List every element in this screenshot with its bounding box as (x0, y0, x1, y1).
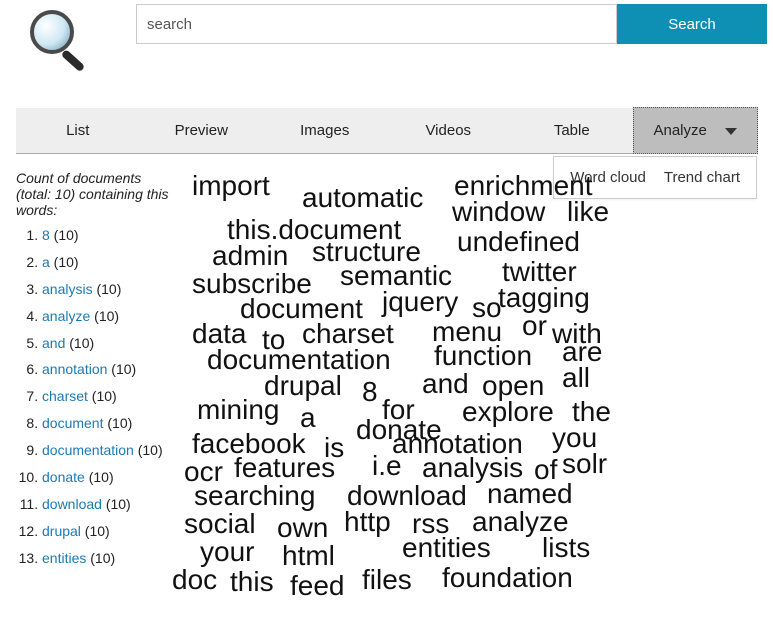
cloud-word[interactable]: or (522, 310, 547, 342)
cloud-word[interactable]: entities (402, 532, 491, 564)
list-item: 8 (10) (42, 222, 172, 249)
cloud-word[interactable]: jquery (382, 286, 458, 318)
tab-videos[interactable]: Videos (387, 108, 511, 153)
cloud-word[interactable]: this (230, 566, 274, 598)
cloud-word[interactable]: solr (562, 448, 607, 480)
tab-analyze-label: Analyze (653, 122, 706, 139)
cloud-word[interactable]: feed (290, 570, 345, 600)
search-button[interactable]: Search (617, 4, 767, 44)
list-item: charset (10) (42, 383, 172, 410)
cloud-word[interactable]: window (452, 196, 545, 228)
cloud-word[interactable]: html (282, 540, 335, 572)
logo (6, 4, 116, 78)
word-cloud: importautomaticenrichmentthis.documentwi… (172, 170, 757, 600)
cloud-word[interactable]: explore (462, 396, 554, 428)
cloud-word[interactable]: import (192, 170, 270, 202)
list-item: annotation (10) (42, 356, 172, 383)
word-list: 8 (10)a (10)analysis (10)analyze (10)and… (16, 222, 172, 572)
tabs: List Preview Images Videos Table Analyze… (16, 108, 757, 154)
word-link[interactable]: documentation (42, 442, 134, 458)
cloud-word[interactable]: lists (542, 532, 590, 564)
cloud-word[interactable]: automatic (302, 182, 423, 214)
tab-images[interactable]: Images (263, 108, 387, 153)
word-link[interactable]: analysis (42, 281, 93, 297)
cloud-word[interactable]: files (362, 564, 412, 596)
word-link[interactable]: charset (42, 388, 88, 404)
cloud-word[interactable]: http (344, 506, 391, 538)
cloud-word[interactable]: mining (197, 394, 279, 426)
word-link[interactable]: analyze (42, 308, 90, 324)
cloud-word[interactable]: 8 (362, 376, 378, 408)
list-item: donate (10) (42, 464, 172, 491)
tab-preview[interactable]: Preview (140, 108, 264, 153)
tab-list[interactable]: List (16, 108, 140, 153)
list-item: analysis (10) (42, 276, 172, 303)
word-link[interactable]: 8 (42, 227, 50, 243)
cloud-word[interactable]: like (567, 196, 609, 228)
list-item: document (10) (42, 410, 172, 437)
cloud-word[interactable]: doc (172, 564, 217, 596)
list-item: entities (10) (42, 545, 172, 572)
word-link[interactable]: document (42, 415, 103, 431)
word-link[interactable]: and (42, 335, 65, 351)
caret-down-icon (725, 128, 737, 135)
list-item: and (10) (42, 330, 172, 357)
list-item: drupal (10) (42, 518, 172, 545)
cloud-word[interactable]: foundation (442, 562, 573, 594)
tab-analyze[interactable]: Analyze (633, 107, 759, 154)
word-link[interactable]: entities (42, 550, 86, 566)
list-item: download (10) (42, 491, 172, 518)
word-link[interactable]: annotation (42, 361, 107, 377)
word-link[interactable]: a (42, 254, 50, 270)
count-header: Count of documents (total: 10) containin… (16, 170, 172, 218)
word-link[interactable]: drupal (42, 523, 81, 539)
tab-table[interactable]: Table (510, 108, 634, 153)
list-item: documentation (10) (42, 437, 172, 464)
list-item: analyze (10) (42, 303, 172, 330)
cloud-word[interactable]: all (562, 362, 590, 394)
word-link[interactable]: download (42, 496, 102, 512)
search-input[interactable] (136, 4, 617, 44)
word-link[interactable]: donate (42, 469, 85, 485)
list-item: a (10) (42, 249, 172, 276)
cloud-word[interactable]: undefined (457, 226, 580, 258)
